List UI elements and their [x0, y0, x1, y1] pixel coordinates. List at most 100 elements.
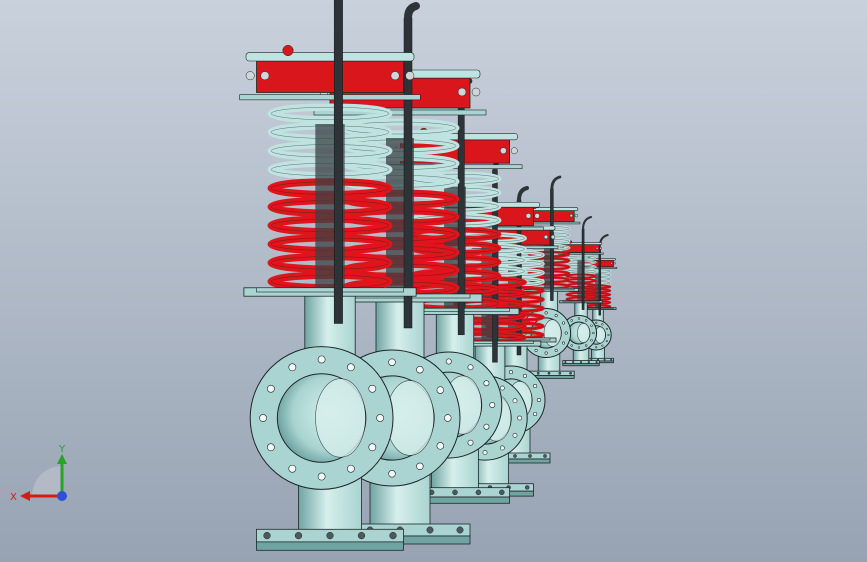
- side-flange-bolt-hole: [561, 341, 566, 345]
- lever-hook: [582, 215, 593, 231]
- cap-knob: [282, 45, 294, 56]
- flange-bolt: [590, 358, 593, 361]
- bore-interior: [577, 322, 591, 344]
- side-flange-bolt-hole: [508, 370, 513, 375]
- side-flange-bolt-hole: [595, 321, 598, 324]
- flange-bolt: [326, 531, 334, 540]
- flange-bolt: [603, 358, 606, 361]
- side-flange-bolt-hole: [590, 339, 593, 342]
- flange-bolt: [558, 371, 562, 375]
- lever-rod: [550, 188, 554, 301]
- side-flange-bolt-hole: [259, 414, 267, 422]
- side-flange-bolt-hole: [499, 385, 505, 391]
- cap-bolt: [525, 213, 532, 219]
- side-flange-bolt-hole: [517, 415, 523, 421]
- side-flange-bolt-hole: [595, 346, 598, 349]
- side-flange-bolt-hole: [489, 402, 496, 408]
- flange-bolt: [456, 526, 464, 534]
- lever-hook: [517, 186, 529, 202]
- cap-bolt: [550, 234, 556, 240]
- lever-hook: [404, 2, 420, 22]
- side-flange-bolt-hole: [467, 364, 474, 371]
- flange-bolt: [426, 526, 434, 534]
- triad-plane: [32, 466, 62, 496]
- cap-bolt: [405, 71, 415, 81]
- side-flange-bolt-hole: [592, 331, 595, 335]
- side-flange-bolt-hole: [584, 344, 588, 347]
- flange-bolt: [513, 454, 517, 458]
- side-flange-bolt-hole: [607, 333, 610, 337]
- spring-plate-lower: [562, 300, 600, 303]
- side-flange-bolt-hole: [317, 472, 326, 481]
- side-flange-bolt-hole: [467, 439, 474, 446]
- side-flange-bolt-hole: [368, 443, 377, 452]
- side-flange-bolt-hole: [445, 358, 452, 365]
- cap-bolt: [610, 262, 613, 265]
- side-flange-bolt-hole: [436, 442, 444, 450]
- side-flange-bolt-hole: [317, 355, 326, 364]
- side-flange-bolt-hole: [577, 346, 581, 349]
- bore-interior: [543, 319, 562, 347]
- side-flange-bolt-hole: [554, 348, 558, 352]
- side-flange-bolt-hole: [288, 363, 297, 372]
- side-flange-bolt-hole: [605, 340, 608, 343]
- cap-bolt: [534, 213, 540, 219]
- cap-bolt: [457, 87, 467, 97]
- z-axis-dot: [57, 491, 67, 501]
- flange-bolt: [572, 361, 575, 364]
- side-flange-bolt-hole: [533, 411, 538, 416]
- flange-bolt: [587, 361, 590, 364]
- x-axis-label: X: [10, 492, 17, 503]
- cap-bolt: [613, 262, 616, 265]
- actuator-cap-top: [245, 52, 415, 62]
- flange-bolt: [569, 371, 573, 375]
- cap-bolt: [574, 213, 579, 218]
- side-flange-bolt-hole: [388, 470, 396, 478]
- side-flange-bolt-hole: [533, 384, 538, 389]
- side-flange-bolt-hole: [564, 331, 568, 335]
- flange-bolt: [499, 489, 505, 496]
- side-flange-bolt-hole: [605, 327, 608, 330]
- flange-bolt: [564, 361, 567, 364]
- bottom-flange-rim: [562, 363, 600, 367]
- bottom-flange-rim: [256, 541, 404, 551]
- cap-bolt: [599, 246, 603, 250]
- side-flange-bolt-hole: [347, 464, 355, 473]
- lever-rod: [333, 0, 343, 324]
- y-axis-arrowhead: [57, 454, 67, 464]
- side-flange-bolt-hole: [544, 311, 548, 315]
- flange-bolt: [579, 361, 583, 364]
- cad-viewport[interactable]: Y X: [0, 0, 867, 562]
- side-flange-bolt-hole: [512, 432, 518, 438]
- spring-plate-upper: [239, 94, 421, 101]
- side-flange-bolt-hole: [267, 384, 275, 393]
- side-flange-bolt-hole: [512, 398, 518, 404]
- side-flange-bolt-hole: [482, 450, 488, 455]
- actuator-cap: [256, 60, 404, 93]
- side-flange-bolt-hole: [584, 319, 588, 322]
- side-flange-bolt-hole: [347, 363, 355, 372]
- lever-hook: [598, 234, 609, 248]
- side-flange-bolt-hole: [483, 380, 490, 387]
- flange-bolt: [528, 454, 532, 458]
- side-flange-bolt-hole: [590, 324, 593, 327]
- flange-bolt: [595, 361, 598, 364]
- lever-rod: [403, 17, 413, 329]
- flange-bolt: [536, 371, 540, 375]
- flange-bolt: [524, 485, 530, 490]
- flange-bolt: [389, 531, 397, 540]
- cap-bolt: [471, 87, 481, 97]
- lever-rod: [598, 246, 601, 316]
- cap-bolt: [543, 234, 549, 240]
- side-flange-bolt-hole: [416, 366, 424, 374]
- orientation-triad[interactable]: Y X: [10, 440, 80, 510]
- lever-hook: [550, 175, 562, 191]
- side-flange-bolt-hole: [483, 423, 490, 430]
- side-flange-bolt-hole: [499, 445, 505, 451]
- side-flange-bolt-hole: [554, 314, 558, 318]
- side-flange-bolt-hole: [522, 373, 527, 378]
- valve-assembly-model[interactable]: [0, 0, 867, 562]
- cap-bolt: [245, 71, 255, 81]
- side-flange-bolt-hole: [368, 384, 377, 393]
- cap-bolt: [260, 71, 270, 81]
